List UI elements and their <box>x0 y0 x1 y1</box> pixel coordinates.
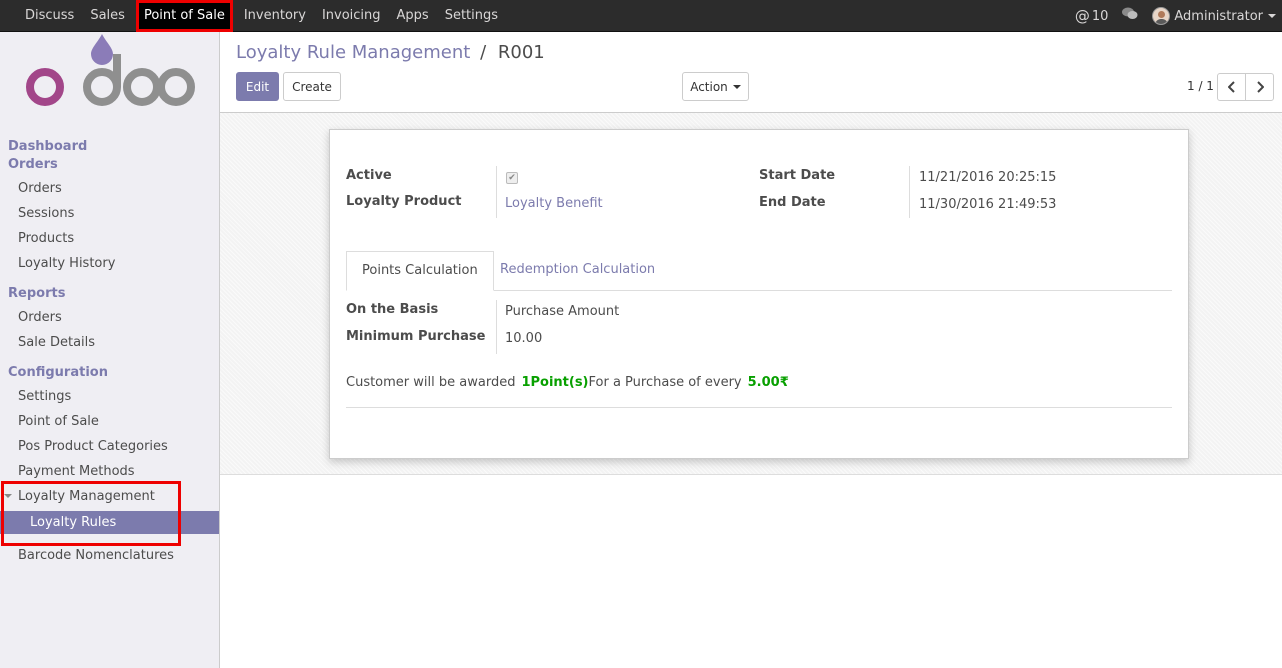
basis-value: Purchase Amount <box>505 304 620 319</box>
top-menu: Discuss Sales Point of Sale Inventory In… <box>17 0 506 32</box>
award-points: 1Point(s) <box>521 375 589 390</box>
end-date-value: 11/30/2016 21:49:53 <box>919 197 1057 212</box>
caret-down-icon <box>732 84 741 89</box>
edit-button[interactable]: Edit <box>236 72 279 101</box>
menu-inventory[interactable]: Inventory <box>236 0 314 32</box>
sidebar-item-sale-details[interactable]: Sale Details <box>18 335 95 350</box>
sidebar-item-barcode-nomenclatures[interactable]: Barcode Nomenclatures <box>18 548 174 563</box>
field-separator <box>909 166 910 218</box>
loyalty-product-link[interactable]: Loyalty Benefit <box>505 196 603 211</box>
award-prefix: Customer will be awarded <box>346 375 516 390</box>
award-middle: For a Purchase of every <box>588 375 742 390</box>
menu-invoicing[interactable]: Invoicing <box>314 0 389 32</box>
start-date-label: Start Date <box>759 168 836 183</box>
pager-next-button[interactable] <box>1245 73 1274 101</box>
menu-point-of-sale[interactable]: Point of Sale <box>135 0 233 32</box>
menu-settings[interactable]: Settings <box>437 0 506 32</box>
sidebar-item-payment-methods[interactable]: Payment Methods <box>18 464 135 479</box>
sidebar-item-products[interactable]: Products <box>18 231 74 246</box>
start-date-value: 11/21/2016 20:25:15 <box>919 170 1057 185</box>
avatar <box>1152 7 1171 25</box>
action-label: Action <box>690 79 728 94</box>
top-navbar: Discuss Sales Point of Sale Inventory In… <box>0 0 1282 32</box>
chevron-right-icon <box>1256 81 1264 93</box>
user-menu[interactable]: Administrator <box>1152 7 1276 25</box>
sidebar-item-orders[interactable]: Orders <box>18 181 62 196</box>
active-checkbox[interactable]: ✔ <box>506 172 518 184</box>
tab-redemption-calculation[interactable]: Redemption Calculation <box>485 251 670 291</box>
breadcrumb-parent[interactable]: Loyalty Rule Management <box>236 42 470 63</box>
at-icon: @ <box>1074 7 1090 25</box>
breadcrumb-separator: / <box>480 42 487 63</box>
chevron-left-icon <box>1227 81 1235 93</box>
end-date-label: End Date <box>759 195 826 210</box>
sidebar-item-loyalty-history[interactable]: Loyalty History <box>18 256 115 271</box>
user-name: Administrator <box>1174 8 1263 24</box>
menu-sales[interactable]: Sales <box>82 0 133 32</box>
sidebar-item-report-orders[interactable]: Orders <box>18 310 62 325</box>
field-separator <box>496 300 497 354</box>
menu-discuss[interactable]: Discuss <box>17 0 82 32</box>
loyalty-product-label: Loyalty Product <box>346 194 462 209</box>
mentions-count: 10 <box>1091 8 1109 24</box>
sidebar-item-point-of-sale[interactable]: Point of Sale <box>18 414 99 429</box>
basis-label: On the Basis <box>346 302 439 317</box>
tab-points-calculation[interactable]: Points Calculation <box>346 251 494 291</box>
top-right: @ 10 Administrator <box>1075 0 1276 32</box>
action-dropdown[interactable]: Action <box>682 72 749 101</box>
active-label: Active <box>346 168 392 183</box>
form-divider <box>346 407 1172 408</box>
create-button[interactable]: Create <box>283 72 341 101</box>
breadcrumb: Loyalty Rule Management / R001 <box>236 42 545 63</box>
pager-value: 1 / 1 <box>1187 79 1214 93</box>
form-sheet: Active ✔ Loyalty Product Loyalty Benefit… <box>329 129 1189 459</box>
sidebar-section-configuration[interactable]: Configuration <box>8 365 108 380</box>
award-amount: 5.00₹ <box>747 375 789 390</box>
sidebar-item-pos-categories[interactable]: Pos Product Categories <box>18 439 168 454</box>
sidebar: Dashboard Orders Orders Sessions Product… <box>0 32 220 668</box>
sidebar-item-sessions[interactable]: Sessions <box>18 206 74 221</box>
breadcrumb-current: R001 <box>497 42 545 63</box>
pager-previous-button[interactable] <box>1217 73 1246 101</box>
sidebar-section-reports[interactable]: Reports <box>8 286 65 301</box>
chat-icon[interactable] <box>1122 7 1138 25</box>
odoo-logo <box>26 34 195 106</box>
sidebar-dashboard[interactable]: Dashboard <box>8 139 87 154</box>
caret-down-icon <box>1268 14 1276 18</box>
minimum-purchase-value: 10.00 <box>505 331 543 346</box>
sidebar-section-orders[interactable]: Orders <box>8 157 58 172</box>
field-separator <box>496 166 497 218</box>
menu-apps[interactable]: Apps <box>389 0 437 32</box>
sidebar-item-settings[interactable]: Settings <box>18 389 71 404</box>
highlight-box <box>1 481 181 546</box>
minimum-purchase-label: Minimum Purchase <box>346 329 486 344</box>
mentions-button[interactable]: @ 10 <box>1075 7 1109 25</box>
award-summary: Customer will be awarded 1Point(s) For a… <box>346 375 789 390</box>
